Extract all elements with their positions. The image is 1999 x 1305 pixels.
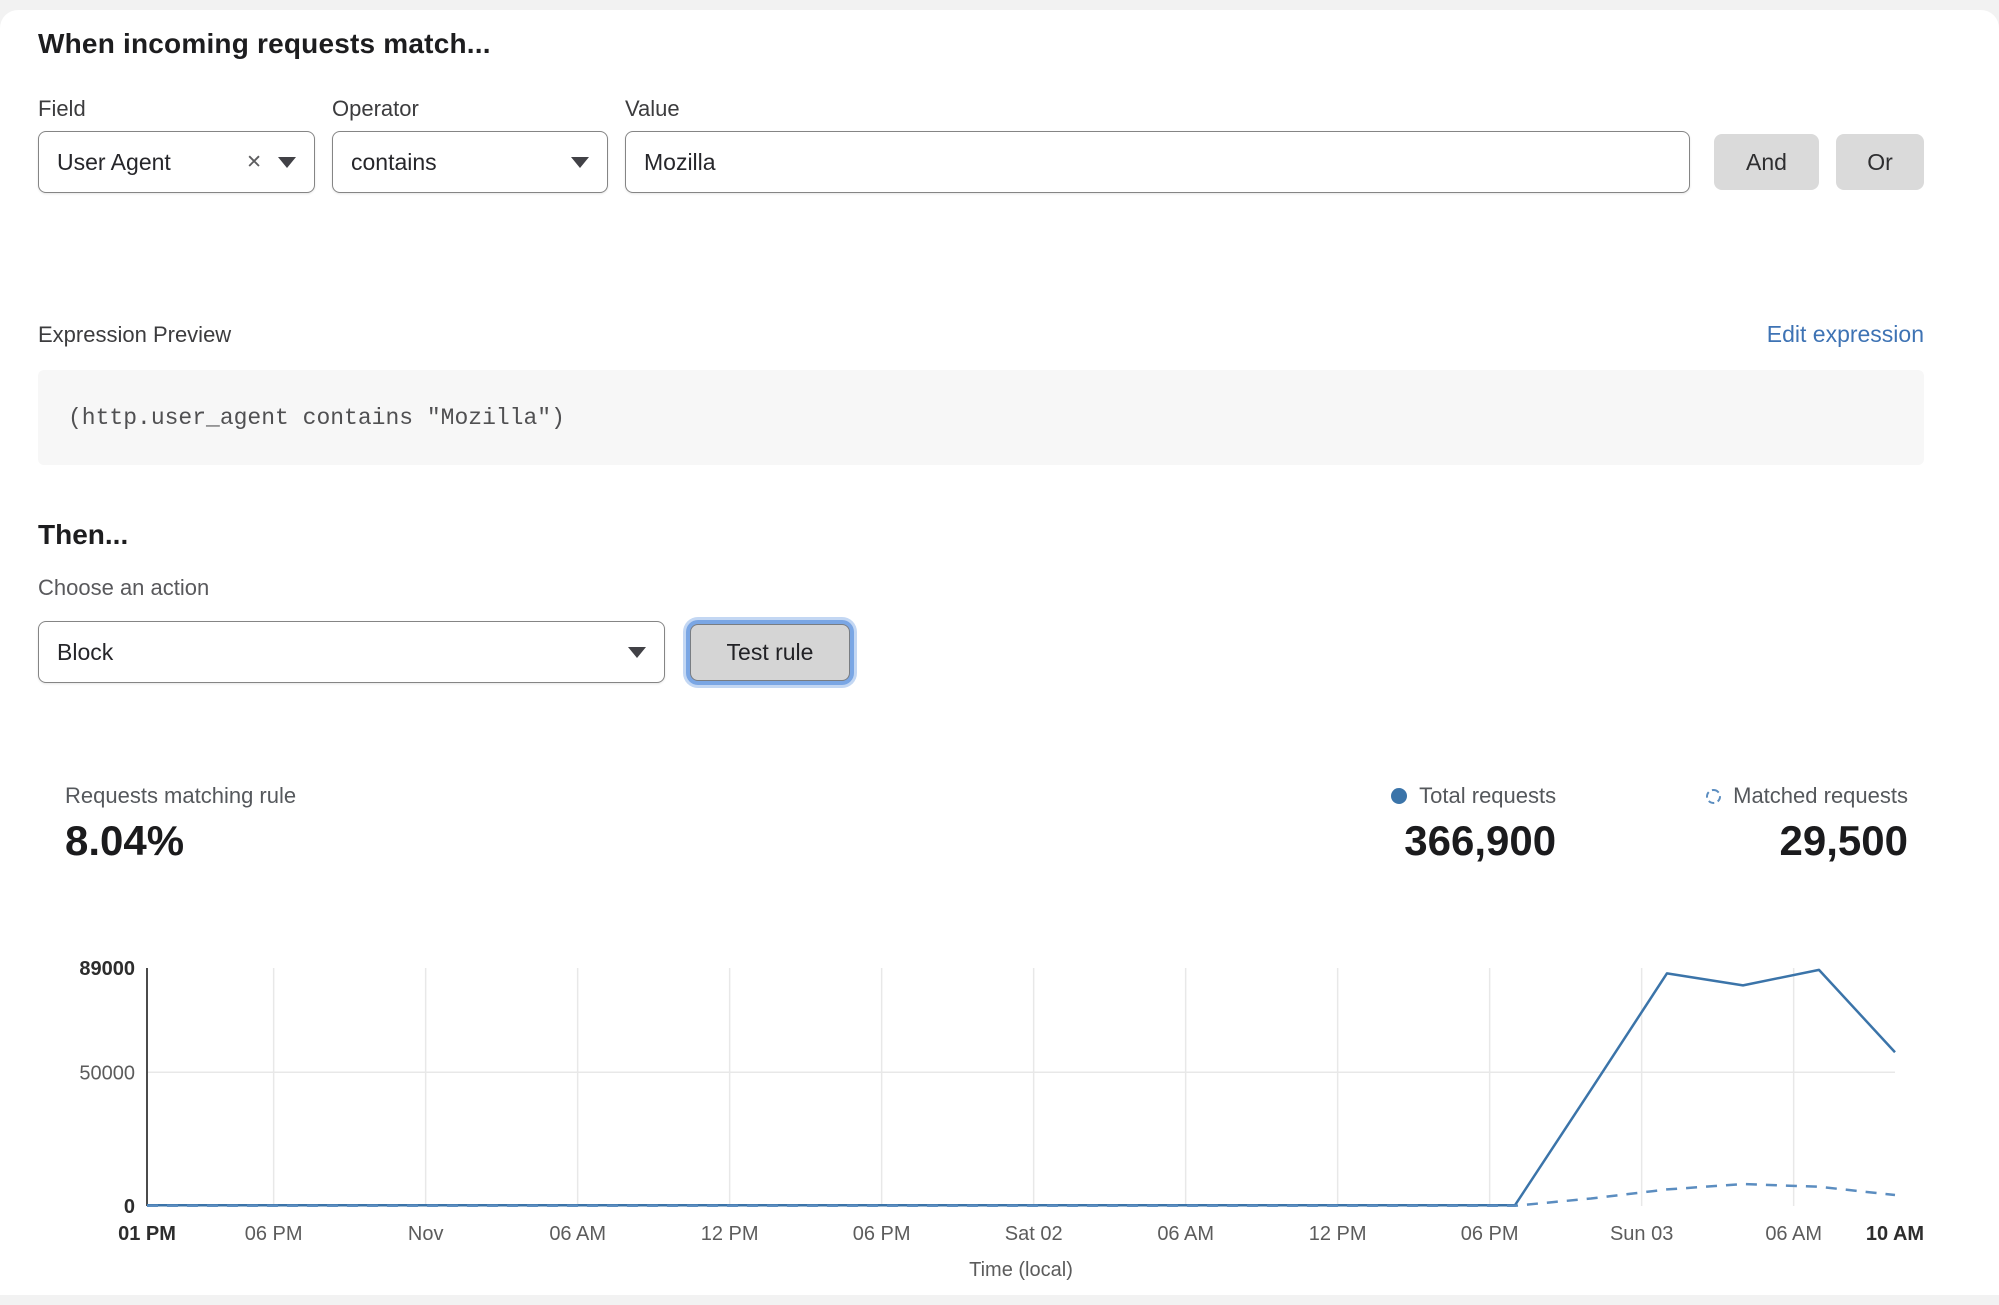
- matched-requests-legend: Matched requests: [1706, 783, 1908, 809]
- y-tick-label: 50000: [79, 1062, 135, 1084]
- expression-preview-label: Expression Preview: [38, 322, 231, 348]
- matched-requests-line: [147, 1184, 1895, 1206]
- stat-total-requests: Total requests 366,900: [1391, 783, 1556, 865]
- stat-matched-requests: Matched requests 29,500: [1706, 783, 1908, 865]
- then-heading: Then...: [38, 519, 1924, 551]
- test-rule-button[interactable]: Test rule: [690, 624, 850, 681]
- operator-label: Operator: [332, 96, 625, 122]
- expression-code: (http.user_agent contains "Mozilla"): [68, 405, 565, 431]
- total-requests-label: Total requests: [1419, 783, 1556, 809]
- action-select[interactable]: Block: [38, 621, 665, 683]
- x-tick-label: 06 AM: [1765, 1223, 1822, 1245]
- x-tick-label: 10 AM: [1866, 1223, 1924, 1245]
- expression-header-row: Expression Preview Edit expression: [38, 321, 1924, 348]
- operator-select-value: contains: [351, 149, 571, 176]
- total-requests-line: [147, 970, 1895, 1205]
- x-axis-title: Time (local): [969, 1259, 1073, 1281]
- chevron-down-icon[interactable]: [628, 647, 646, 658]
- field-label: Field: [38, 96, 332, 122]
- stats-row: Requests matching rule 8.04% Total reque…: [38, 783, 1924, 865]
- clear-icon[interactable]: ✕: [246, 151, 262, 174]
- value-label: Value: [625, 96, 680, 122]
- field-labels-row: Field Operator Value: [38, 96, 1924, 122]
- matched-requests-value: 29,500: [1706, 817, 1908, 865]
- rule-controls-row: User Agent ✕ contains And Or: [38, 131, 1924, 193]
- x-tick-label: Sun 03: [1610, 1223, 1673, 1245]
- value-input-wrapper: [625, 131, 1690, 193]
- x-tick-label: 06 AM: [549, 1223, 606, 1245]
- total-requests-value: 366,900: [1391, 817, 1556, 865]
- edit-expression-link[interactable]: Edit expression: [1767, 321, 1924, 348]
- x-tick-label: Sat 02: [1005, 1223, 1063, 1245]
- requests-chart: 89000 50000 0 01 PM 06 PM Nov 06 AM 12 PM 06 PM S…: [38, 949, 1924, 1294]
- x-tick-label: Nov: [408, 1223, 444, 1245]
- y-tick-label: 89000: [79, 958, 135, 980]
- field-select[interactable]: User Agent ✕: [38, 131, 315, 193]
- chevron-down-icon[interactable]: [571, 157, 589, 168]
- dashed-circle-legend-icon: [1706, 789, 1721, 804]
- stat-matching-rule: Requests matching rule 8.04%: [65, 783, 1391, 865]
- rule-editor-card: When incoming requests match... Field Op…: [0, 10, 1999, 1295]
- matched-requests-label: Matched requests: [1733, 783, 1908, 809]
- y-tick-label: 0: [124, 1196, 135, 1218]
- x-tick-label: 12 PM: [701, 1223, 759, 1245]
- page-title: When incoming requests match...: [38, 28, 1924, 60]
- matching-rule-value: 8.04%: [65, 817, 1391, 865]
- choose-action-label: Choose an action: [38, 575, 1924, 601]
- x-tick-label: 01 PM: [118, 1223, 176, 1245]
- total-requests-legend: Total requests: [1391, 783, 1556, 809]
- chevron-down-icon[interactable]: [278, 157, 296, 168]
- or-button[interactable]: Or: [1836, 134, 1924, 190]
- x-tick-label: 06 PM: [1461, 1223, 1519, 1245]
- solid-dot-legend-icon: [1391, 788, 1407, 804]
- value-input[interactable]: [644, 149, 1671, 176]
- expression-preview-box: (http.user_agent contains "Mozilla"): [38, 370, 1924, 465]
- x-tick-label: 06 AM: [1157, 1223, 1214, 1245]
- x-tick-label: 12 PM: [1309, 1223, 1367, 1245]
- and-button[interactable]: And: [1714, 134, 1819, 190]
- action-select-value: Block: [57, 639, 628, 666]
- operator-select[interactable]: contains: [332, 131, 608, 193]
- field-select-value: User Agent: [57, 149, 246, 176]
- matching-rule-label: Requests matching rule: [65, 783, 1391, 809]
- action-row: Block Test rule: [38, 621, 1924, 683]
- x-tick-label: 06 PM: [853, 1223, 911, 1245]
- x-tick-label: 06 PM: [245, 1223, 303, 1245]
